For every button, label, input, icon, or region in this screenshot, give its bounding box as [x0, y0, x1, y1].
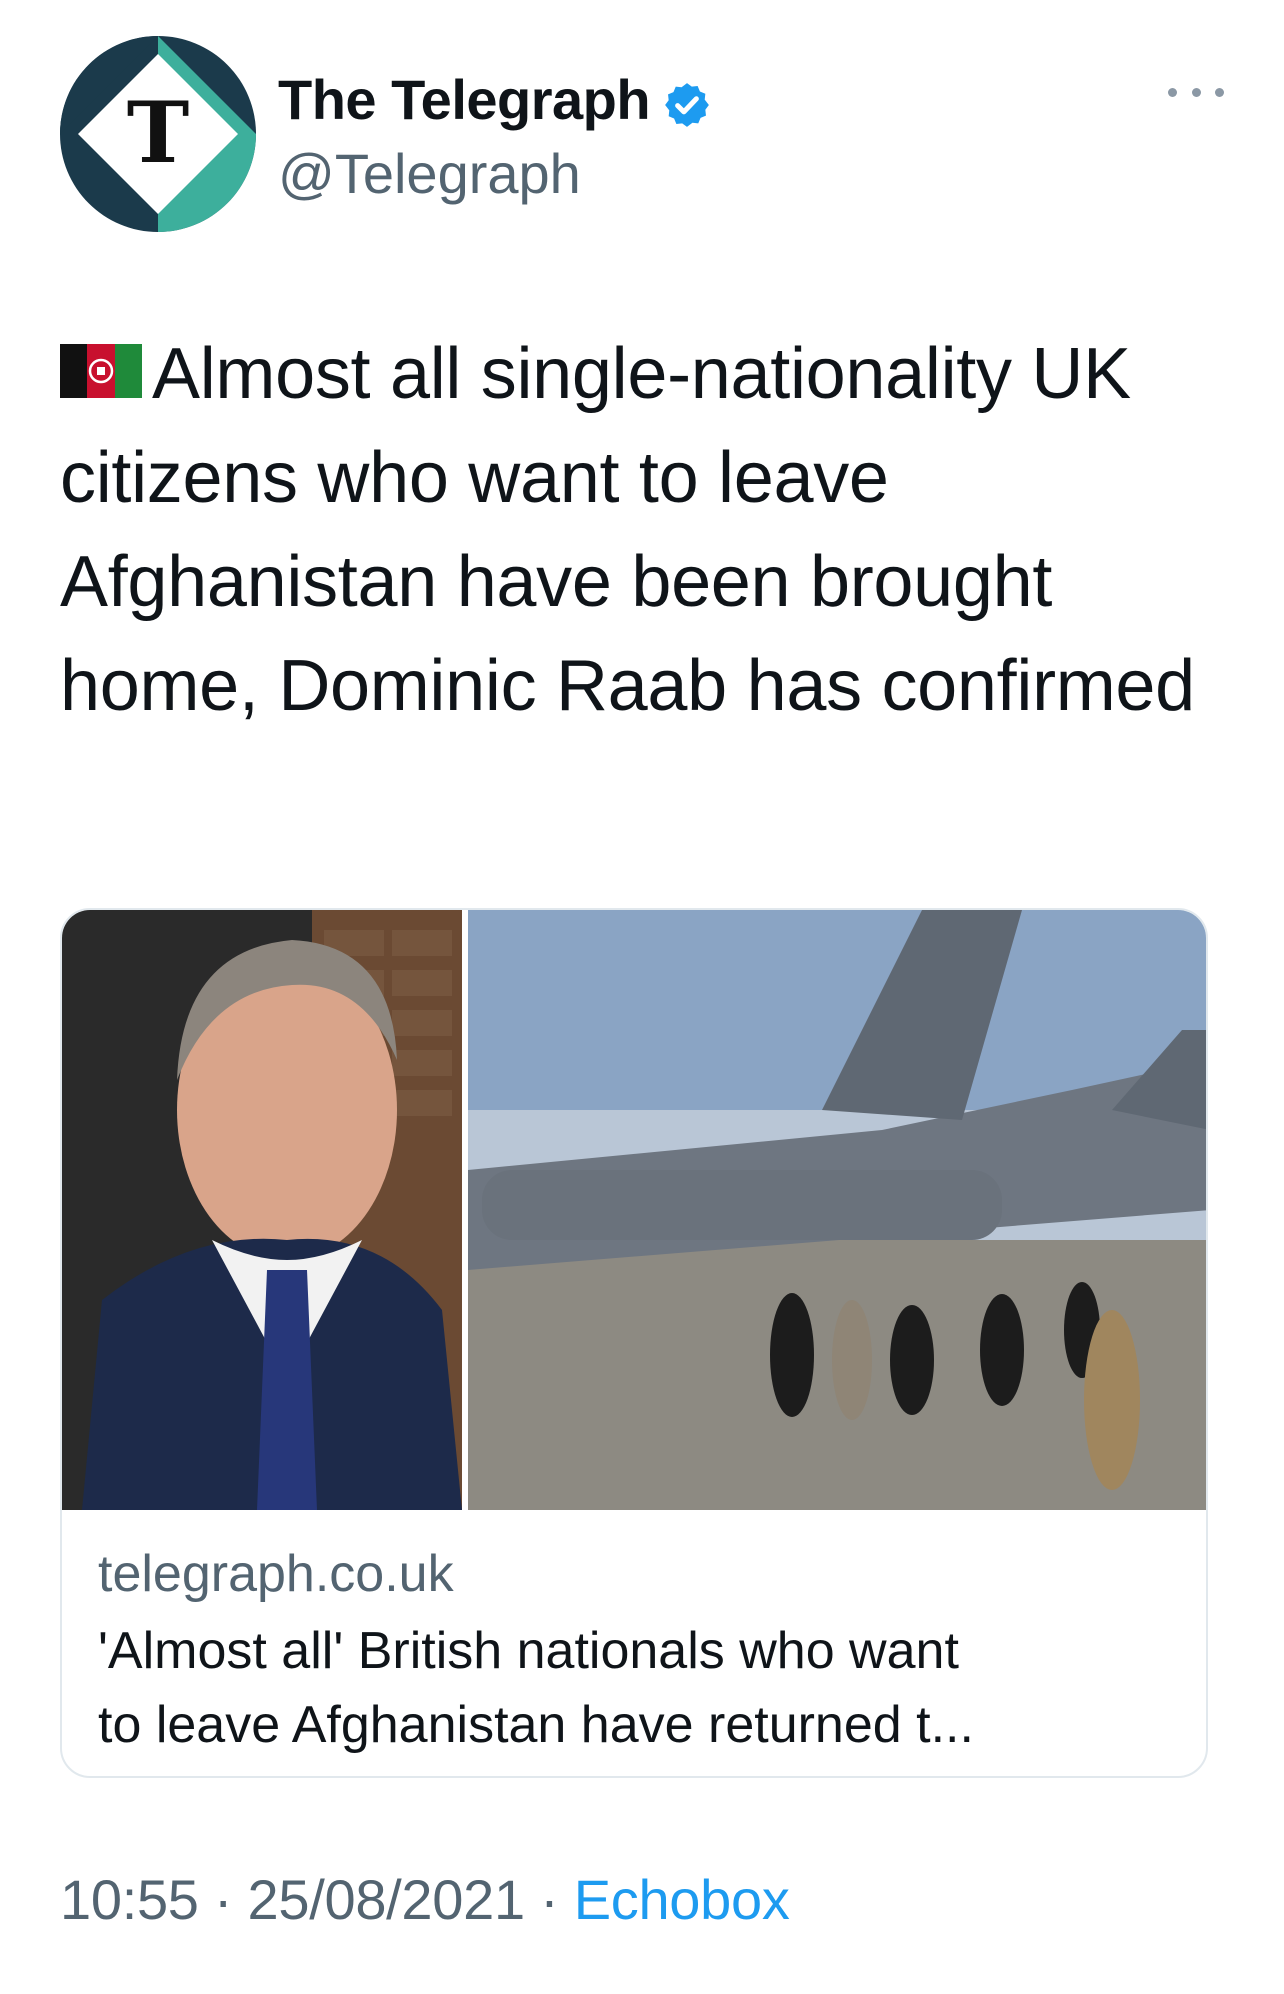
- link-card[interactable]: telegraph.co.uk 'Almost all' British nat…: [60, 908, 1208, 1778]
- svg-text:T: T: [127, 83, 190, 182]
- author-handle[interactable]: @Telegraph: [278, 138, 712, 210]
- author-block[interactable]: The Telegraph @Telegraph: [278, 64, 712, 210]
- tweet-date[interactable]: 25/08/2021: [248, 1868, 526, 1931]
- more-options-icon[interactable]: [1168, 80, 1224, 104]
- tweet-body: Almost all single-nationality UK citizen…: [60, 334, 1195, 726]
- tweet-source-link[interactable]: Echobox: [574, 1868, 790, 1931]
- verified-badge-icon: [662, 75, 712, 127]
- card-domain: telegraph.co.uk: [98, 1545, 454, 1603]
- tweet-header: T The Telegraph @Telegraph: [60, 36, 1224, 236]
- meta-separator: ·: [540, 1868, 559, 1931]
- afghanistan-flag-icon: [60, 343, 142, 398]
- card-title: 'Almost all' British nationals who want …: [98, 1614, 1178, 1762]
- author-display-name[interactable]: The Telegraph: [278, 64, 712, 136]
- tweet-meta: 10:55 · 25/08/2021 · Echobox: [60, 1860, 790, 1940]
- telegraph-avatar[interactable]: T: [60, 36, 256, 232]
- tweet-time[interactable]: 10:55: [60, 1868, 199, 1931]
- card-image[interactable]: [62, 910, 1206, 1510]
- card-title-line-1: 'Almost all' British nationals who want: [98, 1622, 959, 1680]
- card-title-line-2: to leave Afghanistan have returned t...: [98, 1696, 974, 1754]
- tweet-text: Almost all single-nationality UK citizen…: [60, 322, 1230, 738]
- meta-separator: ·: [213, 1868, 233, 1931]
